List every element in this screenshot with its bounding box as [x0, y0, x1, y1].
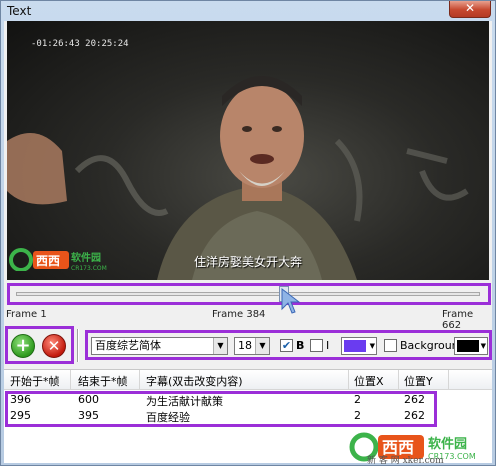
chevron-down-icon: ▼ — [213, 338, 227, 354]
site-logo-icon: 西西 软件园 CR173.COM — [9, 248, 107, 271]
video-preview: -01:26:43 20:25:24 住洋房娶美女开大奔 西西 软件园 CR17… — [7, 21, 489, 280]
toolbar-separator — [77, 329, 79, 362]
frame-start-label: Frame 1 — [6, 309, 47, 320]
frame-current-label: Frame 384 — [212, 309, 266, 320]
column-header-pos-y[interactable]: 位置Y — [404, 373, 433, 389]
bold-checkbox[interactable]: ✔ — [280, 339, 293, 352]
frame-end-label: Frame 662 — [442, 309, 474, 331]
text-color-swatch — [344, 340, 366, 352]
watermark-site-text: 新 客 网 xker.com — [367, 456, 444, 466]
delete-subtitle-button[interactable]: ✕ — [42, 334, 66, 358]
rows-highlight — [5, 391, 437, 427]
add-subtitle-button[interactable]: + — [11, 334, 35, 358]
column-divider[interactable] — [448, 370, 449, 390]
mouse-cursor-icon — [281, 287, 301, 314]
font-size-select[interactable]: 18 ▼ — [234, 337, 270, 355]
column-divider[interactable] — [139, 370, 140, 390]
italic-checkbox[interactable] — [310, 339, 323, 352]
window-title: Text — [7, 4, 32, 18]
column-divider[interactable] — [398, 370, 399, 390]
title-bar[interactable]: Text ✕ — [1, 1, 495, 21]
video-timecode: -01:26:43 20:25:24 — [31, 39, 129, 49]
timeline-slider[interactable] — [7, 283, 491, 305]
column-header-pos-x[interactable]: 位置X — [354, 373, 384, 389]
column-divider[interactable] — [348, 370, 349, 390]
format-toolbar: 百度综艺简体 ▼ 18 ▼ ✔ B I ▼ Background: ▼ — [85, 330, 492, 360]
column-header-end[interactable]: 结束于*帧 — [78, 373, 128, 389]
background-color-swatch — [457, 340, 479, 352]
chevron-down-icon: ▼ — [369, 342, 375, 350]
chevron-down-icon: ▼ — [255, 338, 269, 354]
background-checkbox[interactable] — [384, 339, 397, 352]
table-header: 开始于*帧 结束于*帧 字幕(双击改变内容) 位置X 位置Y — [4, 370, 492, 390]
background-color-picker[interactable]: ▼ — [454, 337, 488, 355]
svg-text:软件园: 软件园 — [71, 251, 101, 264]
font-size-value: 18 — [238, 339, 252, 352]
column-divider[interactable] — [70, 370, 71, 390]
bold-label: B — [296, 339, 305, 352]
text-color-picker[interactable]: ▼ — [341, 337, 377, 355]
text-window: Text ✕ -01:26:43 20:25:24 住洋房娶美女开大奔 西西 软… — [0, 0, 496, 466]
video-scene — [7, 76, 469, 280]
svg-text:软件园: 软件园 — [428, 436, 467, 452]
chevron-down-icon: ▼ — [480, 342, 486, 350]
client-area: -01:26:43 20:25:24 住洋房娶美女开大奔 西西 软件园 CR17… — [4, 21, 492, 463]
close-button[interactable]: ✕ — [449, 1, 491, 18]
column-header-subtitle[interactable]: 字幕(双击改变内容) — [146, 373, 243, 389]
svg-text:CR173.COM: CR173.COM — [71, 265, 107, 271]
svg-text:西西: 西西 — [36, 254, 60, 268]
column-header-start[interactable]: 开始于*帧 — [10, 373, 60, 389]
italic-label: I — [326, 339, 330, 352]
font-select[interactable]: 百度综艺简体 ▼ — [91, 337, 228, 355]
font-select-value: 百度综艺简体 — [95, 339, 161, 352]
slider-track[interactable] — [16, 292, 480, 296]
add-delete-group: + ✕ — [5, 326, 74, 364]
